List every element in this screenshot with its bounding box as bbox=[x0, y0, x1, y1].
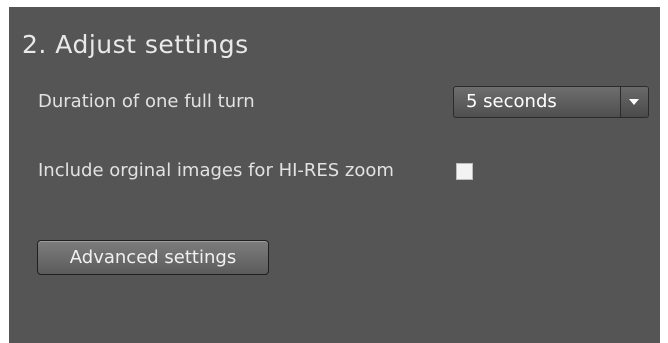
chevron-down-icon bbox=[629, 99, 639, 105]
hires-zoom-label: Include orginal images for HI-RES zoom bbox=[38, 160, 394, 181]
advanced-settings-button-label: Advanced settings bbox=[69, 247, 237, 268]
settings-panel: 2. Adjust settings Duration of one full … bbox=[9, 7, 660, 343]
section-title: 2. Adjust settings bbox=[22, 30, 249, 59]
duration-select-toggle[interactable] bbox=[620, 87, 648, 117]
duration-label: Duration of one full turn bbox=[38, 91, 255, 112]
duration-select[interactable]: 5 seconds bbox=[453, 86, 649, 118]
hires-zoom-checkbox[interactable] bbox=[456, 163, 473, 180]
advanced-settings-button[interactable]: Advanced settings bbox=[37, 240, 269, 275]
duration-select-value: 5 seconds bbox=[466, 91, 557, 112]
